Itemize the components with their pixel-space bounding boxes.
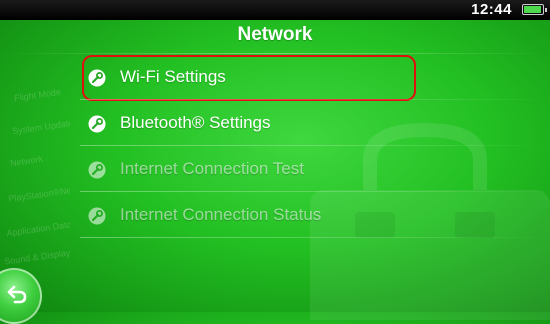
menu-item-internet-connection-status[interactable]: Internet Connection Status	[80, 194, 550, 238]
divider	[80, 99, 550, 100]
wrench-icon	[88, 161, 106, 179]
menu-item-label: Wi-Fi Settings	[120, 67, 226, 86]
wrench-icon	[88, 115, 106, 133]
status-bar: 12:44	[0, 0, 550, 20]
title-divider	[0, 53, 550, 54]
ghost-item: Flight Mode	[13, 86, 62, 104]
ghost-item: Network	[9, 153, 44, 169]
ghost-item: Sound & Display	[3, 247, 70, 267]
menu-item-label: Internet Connection Test	[120, 159, 304, 178]
background-menu-ghost: Flight Mode System Update Network PlaySt…	[0, 80, 70, 280]
menu-item-label: Bluetooth® Settings	[120, 113, 271, 132]
wrench-icon	[88, 207, 106, 225]
menu-item-bluetooth-settings[interactable]: Bluetooth® Settings	[80, 102, 550, 146]
menu-item-internet-connection-test[interactable]: Internet Connection Test	[80, 148, 550, 192]
battery-icon	[522, 4, 547, 15]
ghost-item: Application Data Management	[5, 212, 70, 239]
ghost-item: System Update	[11, 117, 70, 137]
menu-item-label: Internet Connection Status	[120, 205, 322, 224]
divider	[80, 191, 550, 192]
wrench-icon	[88, 69, 106, 87]
ghost-item: PlayStation®Network	[7, 182, 70, 204]
divider	[80, 237, 550, 238]
back-arrow-icon	[7, 285, 27, 304]
menu-item-wifi-settings[interactable]: Wi-Fi Settings	[80, 56, 550, 100]
page-title: Network	[237, 24, 313, 45]
divider	[80, 145, 550, 146]
clock: 12:44	[471, 1, 512, 18]
